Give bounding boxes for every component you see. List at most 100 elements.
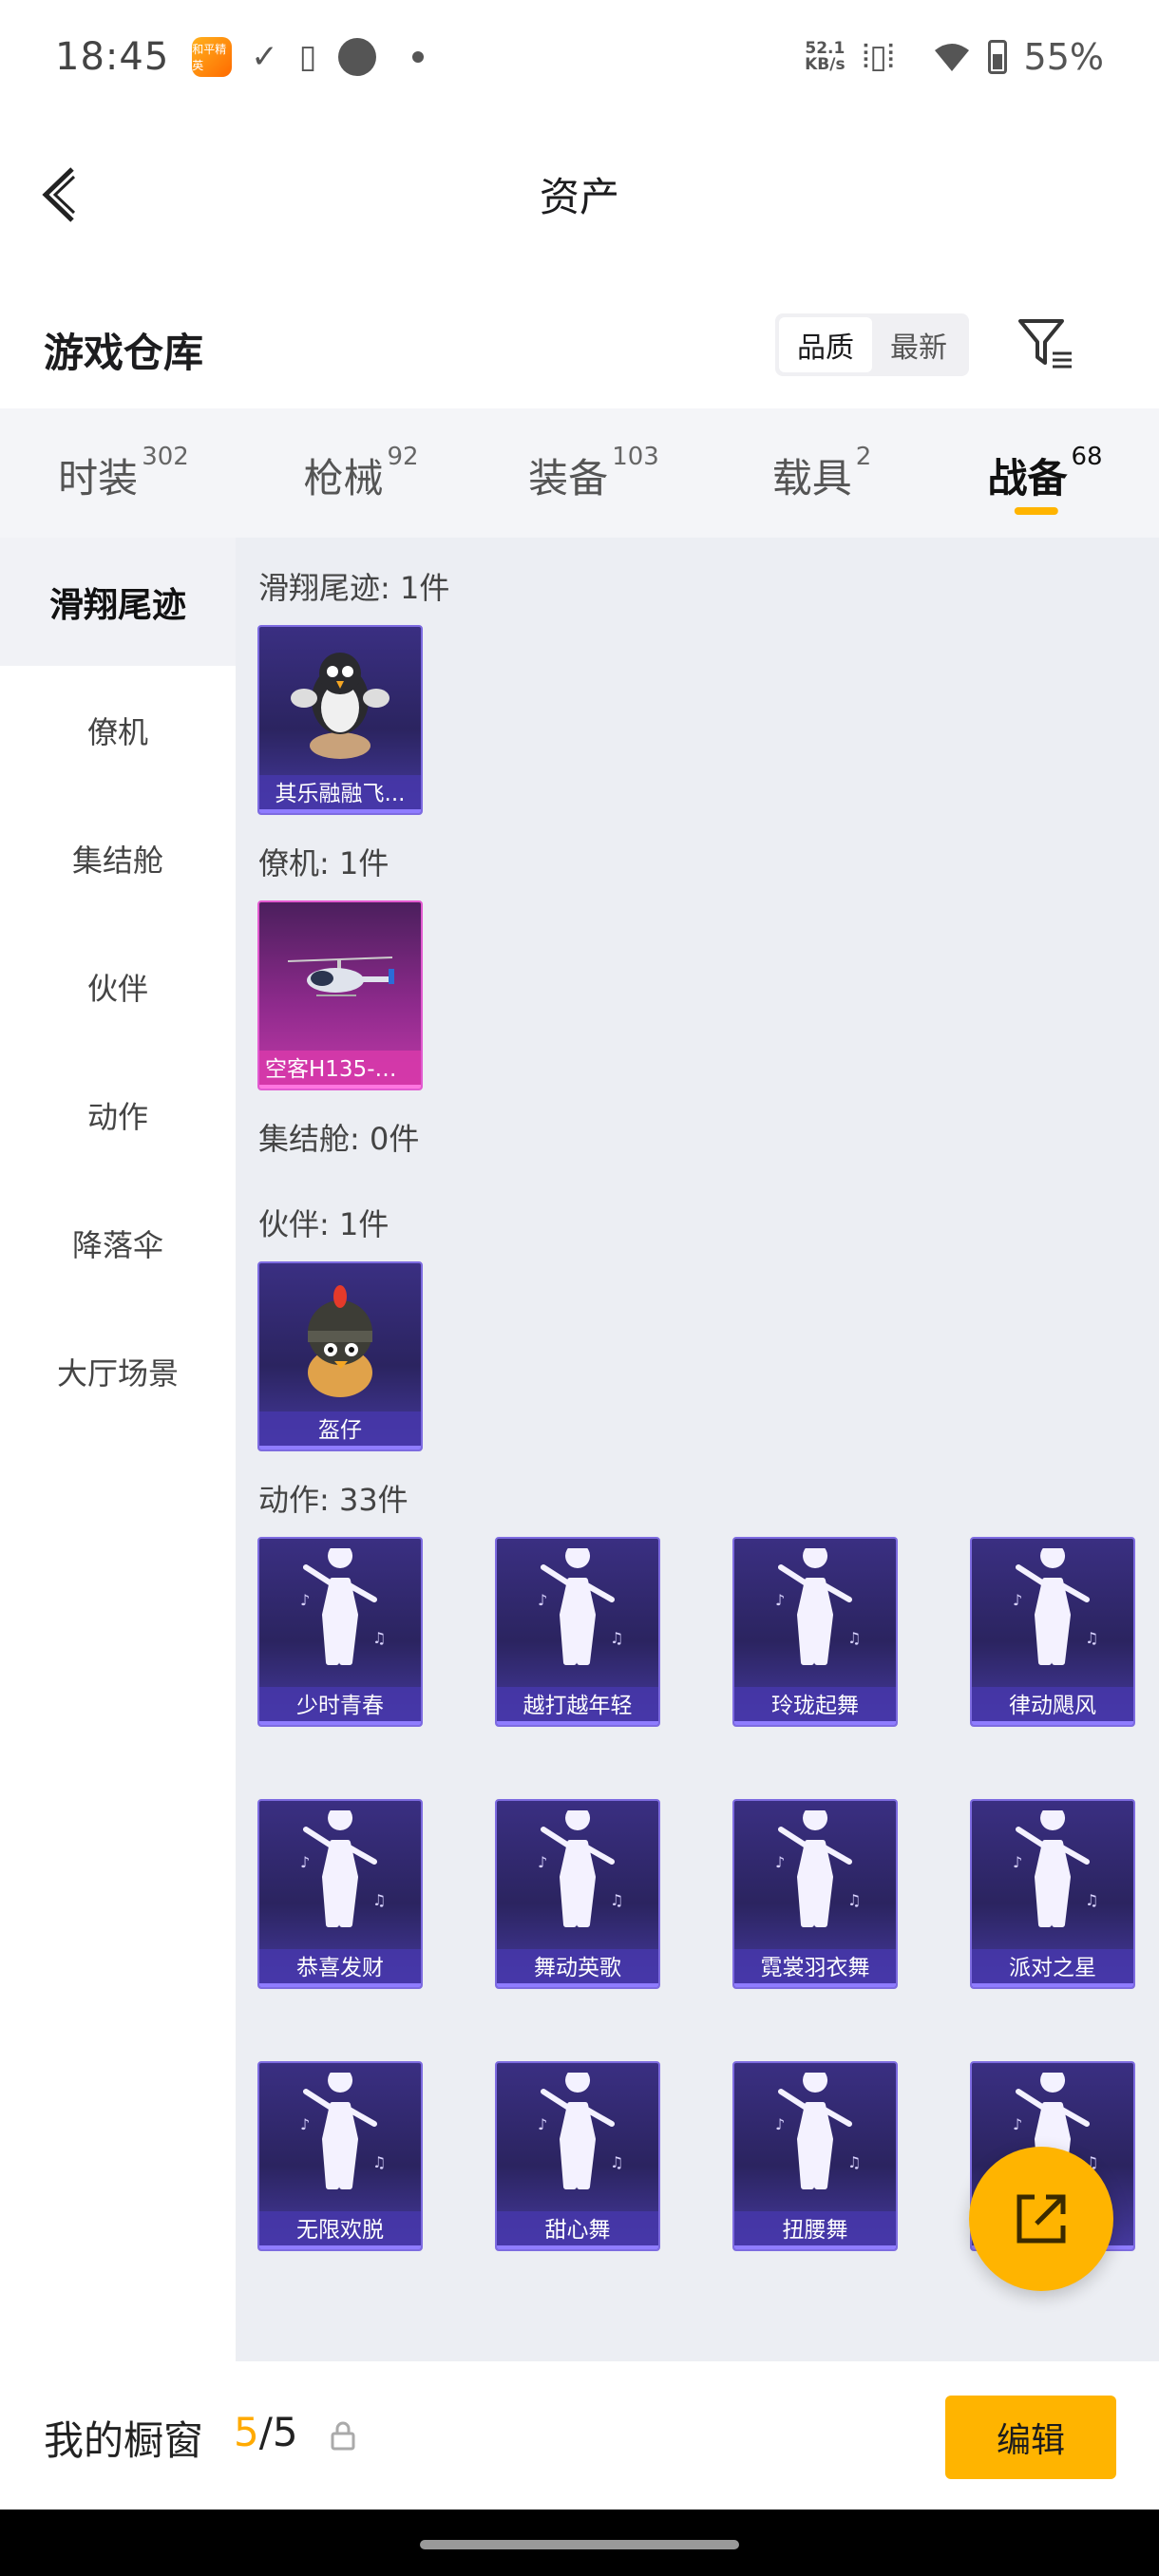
- svg-text:♪: ♪: [775, 1591, 785, 1609]
- tab-label: 装备: [528, 455, 609, 502]
- asset-name: 越打越年轻: [497, 1687, 658, 1725]
- dancer-silhouette-image: ♪ ♫: [497, 2063, 658, 2215]
- rarity-stripe: [259, 809, 421, 813]
- showcase-label: 我的橱窗: [44, 2417, 204, 2464]
- svg-text:♪: ♪: [1013, 1853, 1022, 1871]
- dancer-silhouette-image: ♪ ♫: [259, 1801, 421, 1953]
- assets-page: 18:45 和平精英 ✓ ▯ 52.1 KB/s ⦙▯⦙ 55% 资产 游戏仓库…: [0, 0, 1159, 2576]
- phone-sync-icon: ▯: [298, 38, 317, 76]
- tab-readiness[interactable]: 战备 68: [931, 408, 1159, 538]
- warehouse-title: 游戏仓库: [44, 330, 204, 376]
- tab-vehicles[interactable]: 载具 2: [712, 408, 931, 538]
- emote-card[interactable]: ♪ ♫ 霓裳羽衣舞: [732, 1799, 898, 1989]
- sort-latest-button[interactable]: 最新: [872, 317, 965, 372]
- tab-equipment[interactable]: 装备 103: [475, 408, 712, 538]
- tab-label: 枪械: [303, 455, 384, 502]
- battery-icon: [987, 40, 1007, 74]
- dancer-silhouette-image: ♪ ♫: [259, 1539, 421, 1691]
- rarity-stripe: [259, 1446, 421, 1449]
- sort-toggle[interactable]: 品质 最新: [775, 313, 969, 376]
- svg-text:♪: ♪: [538, 1853, 547, 1871]
- svg-text:♫: ♫: [372, 2153, 386, 2171]
- svg-text:♫: ♫: [610, 1629, 623, 1647]
- svg-text:♪: ♪: [1013, 1591, 1022, 1609]
- sidebar-item-wingman[interactable]: 僚机: [0, 666, 236, 794]
- emote-card[interactable]: ♪ ♫ 舞动英歌: [495, 1799, 660, 1989]
- asset-card[interactable]: 空客H135-蔚...: [257, 900, 423, 1090]
- emote-card[interactable]: ♪ ♫ 扭腰舞: [732, 2061, 898, 2251]
- asset-name: 空客H135-蔚...: [259, 1051, 421, 1089]
- dancer-silhouette-image: ♪ ♫: [972, 1801, 1133, 1953]
- rarity-stripe: [497, 1983, 658, 1987]
- asset-name: 其乐融融飞...: [259, 775, 421, 813]
- asset-name: 扭腰舞: [734, 2211, 896, 2249]
- svg-text:♪: ♪: [775, 1853, 785, 1871]
- svg-text:♫: ♫: [610, 2153, 623, 2171]
- asset-card[interactable]: 盔仔: [257, 1261, 423, 1451]
- asset-name: 恭喜发财: [259, 1949, 421, 1987]
- tab-count: 103: [612, 443, 659, 471]
- emote-card[interactable]: ♪ ♫ 无限欢脱: [257, 2061, 423, 2251]
- network-speed-unit: KB/s: [805, 55, 846, 74]
- filter-icon[interactable]: [1015, 313, 1077, 376]
- status-right: 52.1 KB/s ⦙▯⦙ 55%: [805, 36, 1104, 78]
- vpn-icon: ✓: [251, 38, 278, 76]
- showcase-current: 5: [234, 2409, 259, 2455]
- rarity-stripe: [972, 1721, 1133, 1725]
- emote-card[interactable]: ♪ ♫ 少时青春: [257, 1537, 423, 1727]
- svg-text:♪: ♪: [538, 1591, 547, 1609]
- wifi-icon: [934, 44, 969, 71]
- asset-name: 少时青春: [259, 1687, 421, 1725]
- tab-count: 68: [1071, 443, 1103, 471]
- showcase-bar: 我的橱窗 5/5 编辑: [0, 2361, 1159, 2510]
- emote-card[interactable]: ♪ ♫ 恭喜发财: [257, 1799, 423, 1989]
- asset-name: 盔仔: [259, 1411, 421, 1449]
- home-gesture-handle[interactable]: [420, 2540, 739, 2549]
- share-button[interactable]: [969, 2147, 1113, 2291]
- sidebar-item-partner[interactable]: 伙伴: [0, 922, 236, 1051]
- dancer-silhouette-image: ♪ ♫: [734, 1801, 896, 1953]
- tab-guns[interactable]: 枪械 92: [247, 408, 475, 538]
- penguin-image: [259, 627, 421, 779]
- rarity-stripe: [259, 1983, 421, 1987]
- tab-count: 92: [387, 443, 419, 471]
- sidebar-item-rally-pod[interactable]: 集结舱: [0, 794, 236, 922]
- svg-text:♫: ♫: [372, 1891, 386, 1909]
- page-title: 资产: [539, 174, 619, 220]
- section-title-rally-pod: 集结舱: 0件: [258, 1121, 420, 1157]
- emote-card[interactable]: ♪ ♫ 越打越年轻: [495, 1537, 660, 1727]
- sidebar-item-parachute[interactable]: 降落伞: [0, 1179, 236, 1307]
- svg-text:♪: ♪: [1013, 2115, 1022, 2133]
- dancer-silhouette-image: ♪ ♫: [497, 1539, 658, 1691]
- svg-text:♫: ♫: [847, 2153, 861, 2171]
- edit-button[interactable]: 编辑: [945, 2396, 1116, 2479]
- sidebar-item-glide-trail[interactable]: 滑翔尾迹: [0, 538, 236, 666]
- helicopter-image: [259, 902, 421, 1054]
- record-icon: [337, 38, 376, 76]
- asset-name: 舞动英歌: [497, 1949, 658, 1987]
- emote-card[interactable]: ♪ ♫ 玲珑起舞: [732, 1537, 898, 1727]
- svg-text:♪: ♪: [300, 1591, 310, 1609]
- tab-label: 时装: [58, 455, 139, 502]
- sidebar-item-emote[interactable]: 动作: [0, 1051, 236, 1179]
- sidebar-item-lobby-scene[interactable]: 大厅场景: [0, 1307, 236, 1435]
- rarity-stripe: [259, 1721, 421, 1725]
- emote-card[interactable]: ♪ ♫ 派对之星: [970, 1799, 1135, 1989]
- tab-fashion[interactable]: 时装 302: [0, 408, 247, 538]
- svg-text:♫: ♫: [847, 1891, 861, 1909]
- sidebar: 滑翔尾迹 僚机 集结舱 伙伴 动作 降落伞 大厅场景: [0, 538, 236, 2361]
- game-app-icon-text: 和平精英: [192, 43, 227, 72]
- asset-name: 玲珑起舞: [734, 1687, 896, 1725]
- section-title-partner: 伙伴: 1件: [258, 1206, 390, 1242]
- rarity-stripe: [259, 2245, 421, 2249]
- emote-card[interactable]: ♪ ♫ 律动飓风: [970, 1537, 1135, 1727]
- rarity-stripe: [259, 1085, 421, 1089]
- status-bar: 18:45 和平精英 ✓ ▯ 52.1 KB/s ⦙▯⦙ 55%: [0, 0, 1159, 114]
- emote-card[interactable]: ♪ ♫ 甜心舞: [495, 2061, 660, 2251]
- asset-card[interactable]: 其乐融融飞...: [257, 625, 423, 815]
- sort-quality-button[interactable]: 品质: [779, 317, 872, 372]
- svg-text:♪: ♪: [300, 2115, 310, 2133]
- dancer-silhouette-image: ♪ ♫: [259, 2063, 421, 2215]
- system-nav-bar: [0, 2510, 1159, 2576]
- dancer-silhouette-image: ♪ ♫: [497, 1801, 658, 1953]
